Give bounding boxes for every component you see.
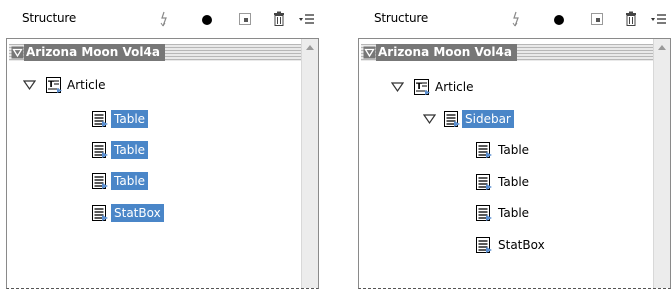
root-element-label: Arizona Moon Vol4a (376, 44, 517, 61)
tree-row-article[interactable]: T Article (23, 75, 173, 95)
lightning-icon[interactable] (507, 10, 525, 28)
tree-row-label: Article (435, 80, 474, 94)
tree-row-label: StatBox (111, 204, 164, 222)
tree-row-label: Table (111, 141, 149, 159)
tree-row-table[interactable]: Table (475, 140, 595, 160)
expand-triangle-icon[interactable] (11, 46, 24, 59)
panel-toolbar: Structure (0, 0, 320, 38)
element-icon (92, 205, 108, 221)
expand-triangle-icon[interactable] (423, 113, 436, 125)
tree-row-sidebar[interactable]: Sidebar (423, 109, 573, 129)
lightning-icon[interactable] (155, 10, 173, 28)
element-icon (92, 142, 108, 158)
panel-menu-icon[interactable] (298, 10, 316, 28)
tree-root-row[interactable]: Arizona Moon Vol4a (361, 44, 653, 61)
trash-icon[interactable] (270, 10, 288, 28)
expand-triangle-icon[interactable] (391, 81, 404, 93)
element-icon (476, 142, 492, 158)
story-element-icon: T (414, 79, 430, 95)
element-icon (476, 237, 492, 253)
tree-row-label: Article (67, 78, 106, 92)
tree-row-table[interactable]: Table (91, 109, 211, 129)
add-element-icon[interactable] (588, 10, 606, 28)
trash-icon[interactable] (622, 10, 640, 28)
tree-row-label: Sidebar (462, 110, 514, 128)
tree-root-row[interactable]: Arizona Moon Vol4a (9, 44, 301, 61)
tree-row-label: Table (111, 172, 149, 190)
panel-toolbar: Structure (352, 0, 672, 38)
story-element-icon: T (46, 77, 62, 93)
add-element-icon[interactable] (236, 10, 254, 28)
tree-row-label: Table (498, 143, 530, 157)
scroll-up-arrow-icon[interactable] (306, 45, 314, 50)
element-icon (444, 111, 460, 127)
circle-icon[interactable] (550, 10, 568, 28)
expand-triangle-icon[interactable] (23, 79, 36, 91)
circle-icon[interactable] (198, 10, 216, 28)
panel-title: Structure (374, 11, 429, 25)
element-icon (476, 205, 492, 221)
tree-row-statbox[interactable]: StatBox (91, 203, 211, 223)
tree-row-table[interactable]: Table (91, 171, 211, 191)
structure-panel-left: Structure Arizona Moon Vol4a T Article T… (0, 0, 320, 293)
expand-triangle-icon[interactable] (363, 46, 376, 59)
panel-menu-icon[interactable] (650, 10, 668, 28)
tree-row-statbox[interactable]: StatBox (475, 235, 595, 255)
structure-tree[interactable]: Arizona Moon Vol4a T Article Table Table… (6, 38, 319, 289)
element-icon (92, 111, 108, 127)
panel-title: Structure (22, 11, 77, 25)
scrollbar[interactable] (301, 39, 318, 288)
tree-row-label: StatBox (498, 238, 545, 252)
root-element-label: Arizona Moon Vol4a (24, 44, 165, 61)
element-icon (92, 173, 108, 189)
tree-row-article[interactable]: T Article (391, 77, 541, 97)
tree-row-table[interactable]: Table (475, 172, 595, 192)
tree-row-label: Table (111, 110, 149, 128)
tree-row-label: Table (498, 175, 530, 189)
tree-row-table[interactable]: Table (91, 140, 211, 160)
scroll-up-arrow-icon[interactable] (658, 45, 666, 50)
element-icon (476, 174, 492, 190)
structure-panel-right: Structure Arizona Moon Vol4a T Article S… (352, 0, 672, 293)
scrollbar[interactable] (653, 39, 670, 288)
tree-row-label: Table (498, 206, 530, 220)
tree-row-table[interactable]: Table (475, 203, 595, 223)
structure-tree[interactable]: Arizona Moon Vol4a T Article Sidebar Tab… (358, 38, 671, 289)
